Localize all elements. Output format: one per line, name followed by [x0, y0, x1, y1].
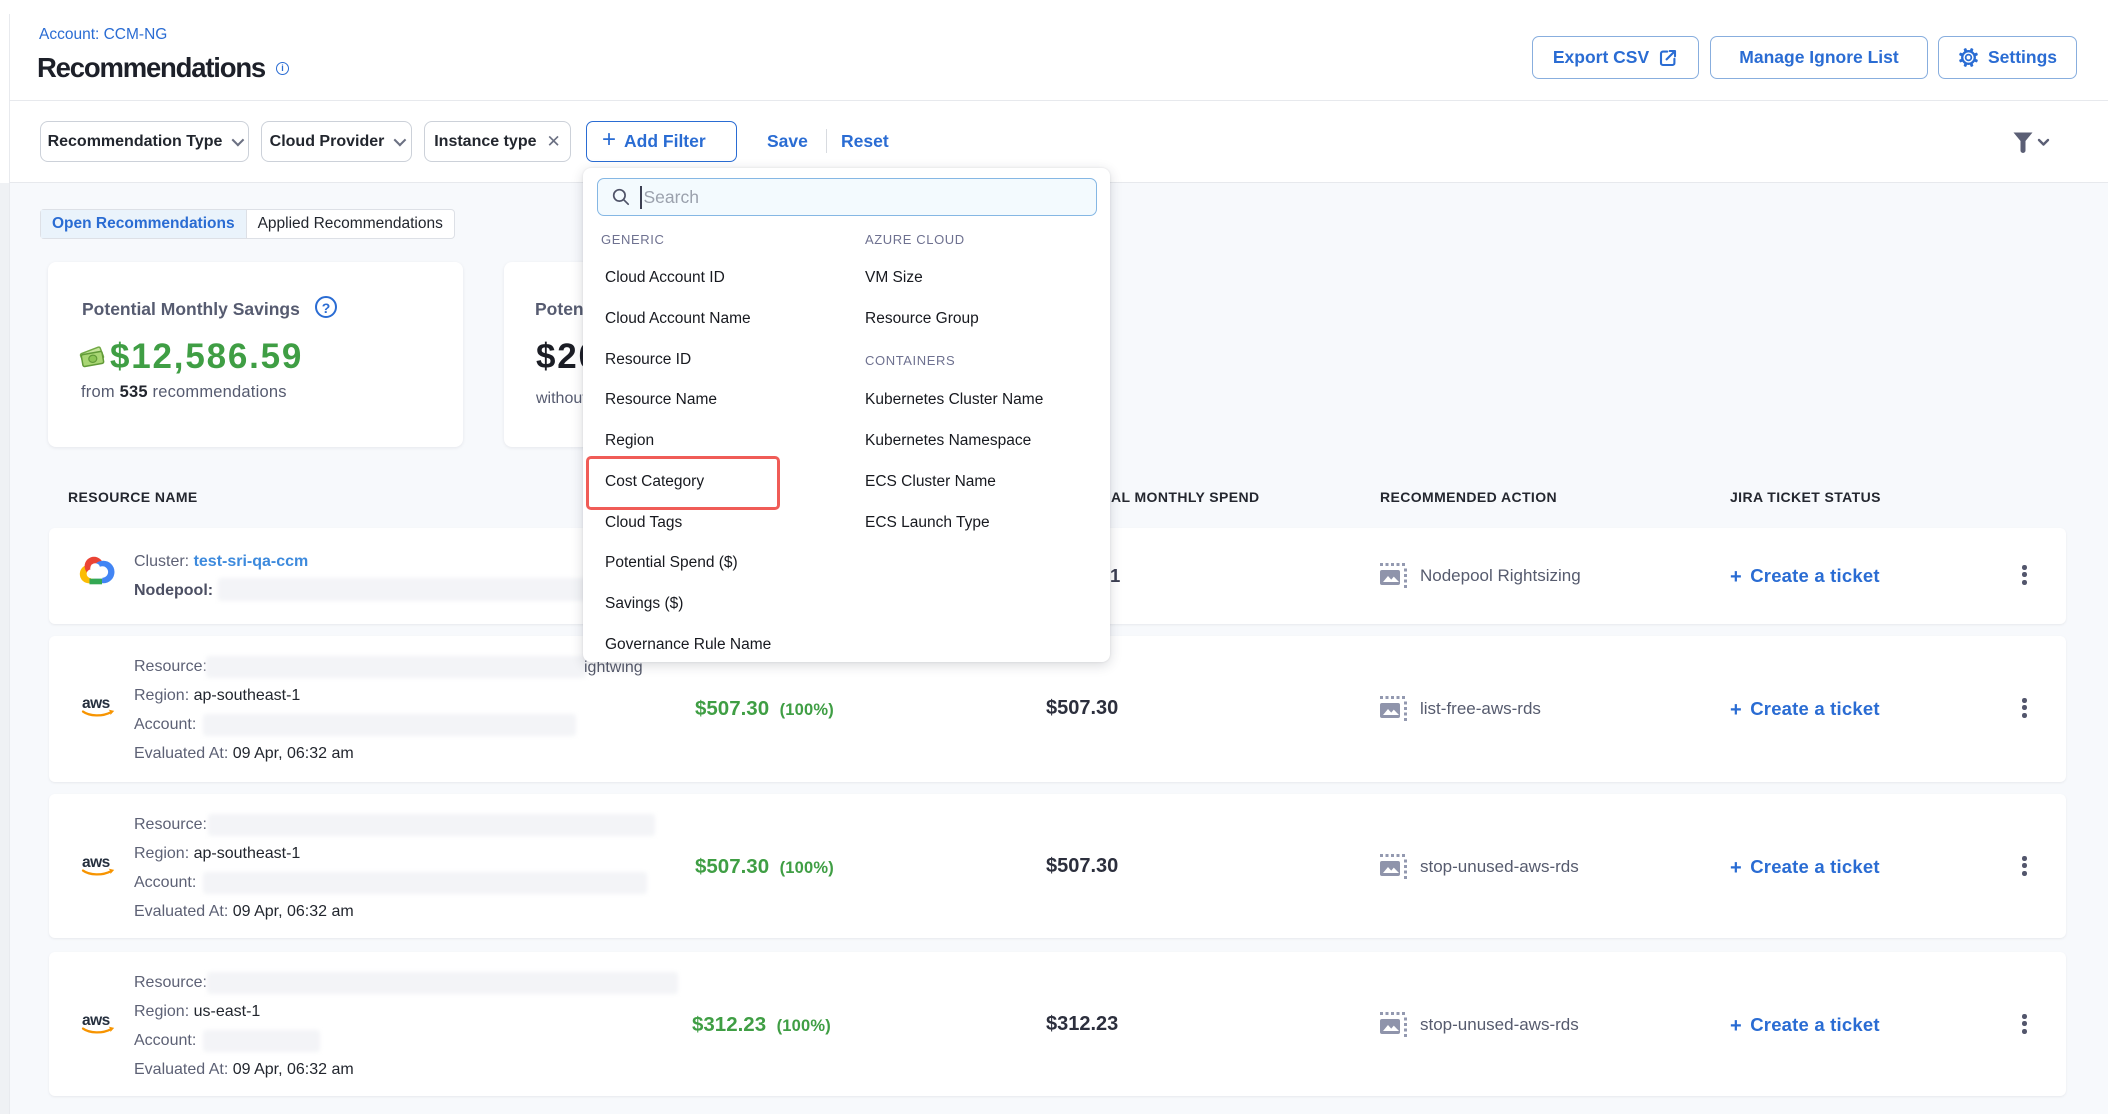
svg-text:aws: aws — [82, 1012, 110, 1029]
svg-text:aws: aws — [82, 854, 110, 871]
svg-text:aws: aws — [82, 695, 110, 712]
